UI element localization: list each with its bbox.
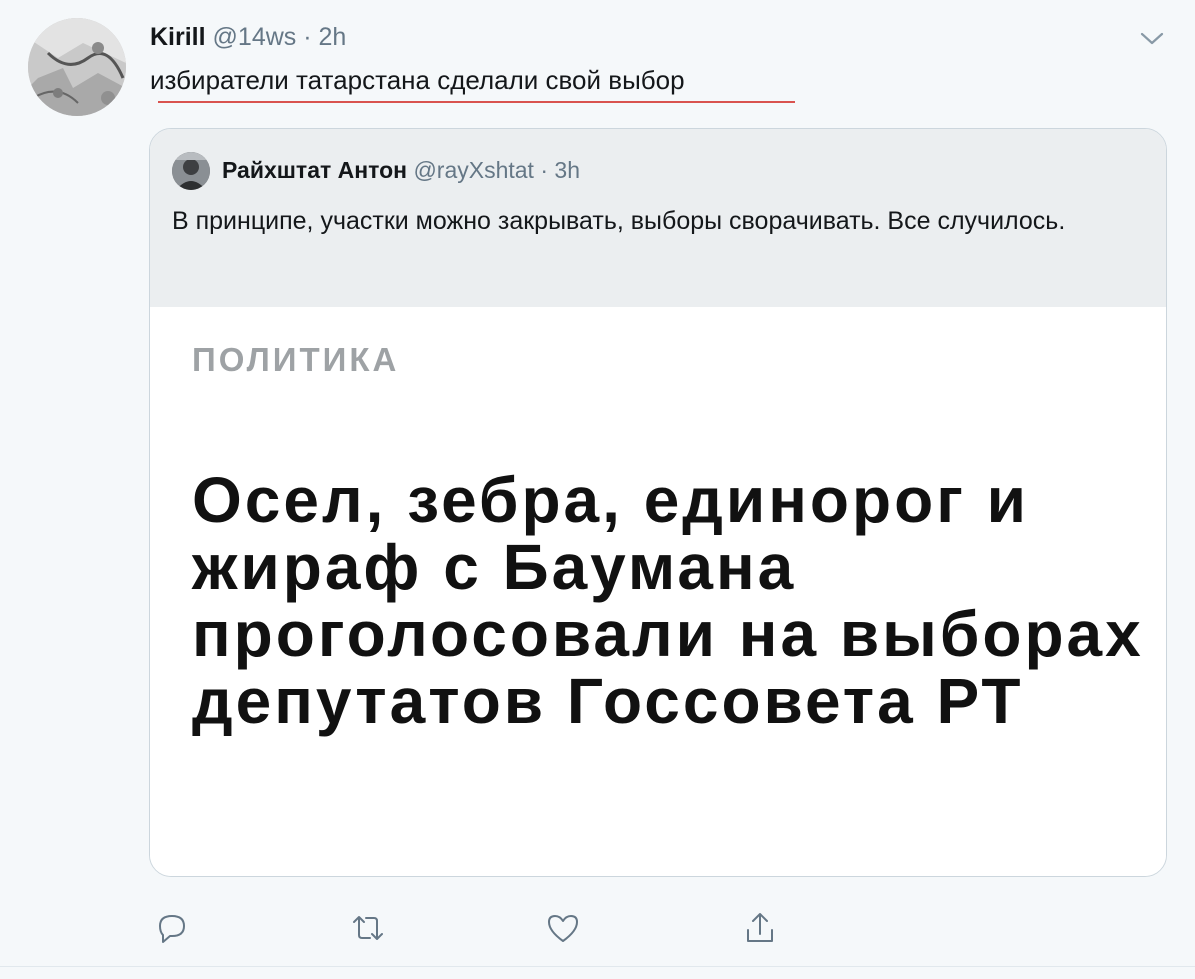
tweet-menu-button[interactable] xyxy=(1138,26,1166,50)
image-rubric: ПОЛИТИКА xyxy=(192,341,400,378)
tweet-time[interactable]: 2h xyxy=(319,23,347,51)
image-headline: Осел, зебра, единорог и жираф с Баумана … xyxy=(192,464,1144,737)
author-name[interactable]: Kirill xyxy=(150,23,206,51)
quoted-tweet[interactable]: Райхштат Антон @rayXshtat · 3h В принцип… xyxy=(149,128,1167,877)
tweet-actions xyxy=(0,908,1195,952)
tweet-text: избиратели татарстана сделали свой выбор xyxy=(150,65,685,95)
retweet-icon xyxy=(353,916,383,940)
avatar-image xyxy=(28,18,126,116)
quoted-header: Райхштат Антон @rayXshtat · 3h xyxy=(222,154,580,186)
heart-icon xyxy=(548,915,578,942)
spellcheck-underline xyxy=(158,101,795,103)
quoted-author-name: Райхштат Антон xyxy=(222,157,408,183)
like-button[interactable] xyxy=(543,908,583,948)
share-icon xyxy=(747,913,773,942)
share-button[interactable] xyxy=(740,908,780,948)
tweet[interactable]: Kirill @14ws · 2h избиратели татарстана … xyxy=(0,0,1195,966)
reply-icon xyxy=(159,915,185,943)
header-separator: · xyxy=(303,23,312,51)
quoted-author-avatar xyxy=(172,152,210,190)
retweet-button[interactable] xyxy=(348,908,388,948)
tweet-divider xyxy=(0,966,1195,967)
author-avatar[interactable] xyxy=(28,18,126,116)
quoted-text: В принципе, участки можно закрывать, выб… xyxy=(172,207,1066,235)
quoted-time: 3h xyxy=(554,157,580,183)
quoted-author-handle: @rayXshtat xyxy=(413,157,534,183)
quoted-separator: · xyxy=(540,157,549,183)
reply-button[interactable] xyxy=(152,908,192,948)
quoted-tweet-header-area: Райхштат Антон @rayXshtat · 3h В принцип… xyxy=(150,129,1166,307)
avatar-image xyxy=(172,152,210,190)
chevron-down-icon xyxy=(1140,32,1164,45)
tweet-header: Kirill @14ws · 2h xyxy=(150,20,346,54)
author-handle[interactable]: @14ws xyxy=(213,23,297,51)
quoted-image[interactable]: ПОЛИТИКА Осел, зебра, единорог и жираф с… xyxy=(150,307,1166,876)
